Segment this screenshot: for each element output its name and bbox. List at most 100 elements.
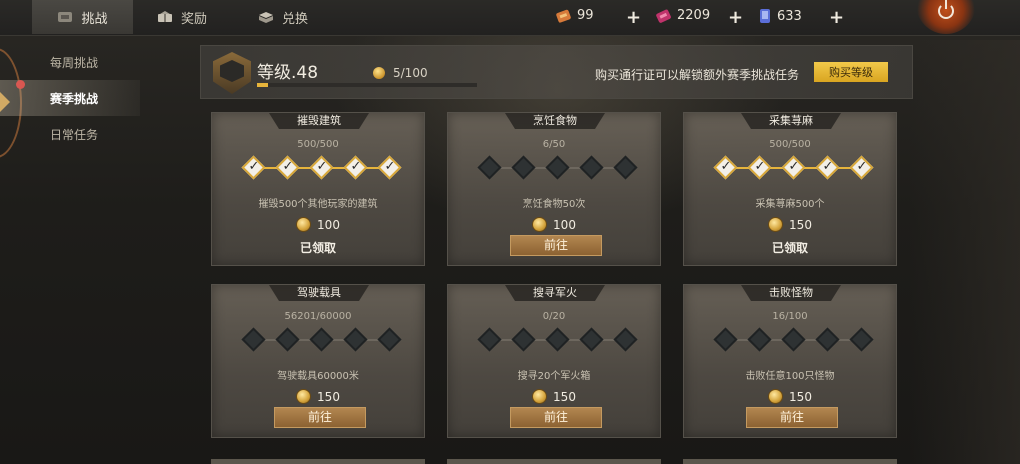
milestone-track bbox=[475, 155, 638, 180]
next-row-hint bbox=[211, 459, 425, 464]
milestone-track bbox=[711, 327, 874, 352]
ticket-icon bbox=[556, 9, 571, 23]
phone-card-icon bbox=[760, 9, 770, 23]
go-button[interactable]: 前往 bbox=[274, 407, 366, 428]
tab-rewards[interactable]: 奖励 bbox=[157, 0, 207, 34]
pass-promo-text: 购买通行证可以解锁额外赛季挑战任务 bbox=[594, 68, 799, 82]
coin-icon bbox=[768, 389, 784, 404]
gift-icon bbox=[158, 11, 172, 22]
check-icon: ✓ bbox=[384, 159, 396, 174]
card-reward: 150 bbox=[684, 389, 896, 404]
challenge-card: 摧毁建筑 500/500 ✓ ✓ ✓ ✓ ✓ 摧毁500个其他玩家的建筑 100 已领取 bbox=[211, 112, 425, 266]
level-progress-fill bbox=[257, 83, 268, 87]
milestone-diamond bbox=[579, 155, 604, 180]
card-progress: 500/500 bbox=[769, 139, 811, 150]
resource-value: 99 bbox=[577, 8, 594, 23]
card-reward: 100 bbox=[212, 217, 424, 232]
card-title: 击败怪物 bbox=[741, 285, 841, 301]
tab-label: 挑战 bbox=[81, 11, 108, 27]
power-icon[interactable] bbox=[938, 0, 954, 19]
claimed-label: 已领取 bbox=[771, 241, 808, 255]
check-icon: ✓ bbox=[350, 159, 362, 174]
sidebar-item-weekly[interactable]: 每周挑战 bbox=[0, 44, 140, 80]
check-icon: ✓ bbox=[822, 159, 834, 174]
tab-exchange[interactable]: 兑换 bbox=[258, 0, 308, 34]
reward-value: 100 bbox=[317, 217, 340, 232]
milestone-diamond bbox=[579, 327, 604, 352]
milestone-diamond bbox=[511, 155, 536, 180]
card-progress: 56201/60000 bbox=[284, 311, 352, 322]
xp-value: 5/100 bbox=[393, 66, 428, 80]
add-cards-button[interactable]: + bbox=[829, 7, 844, 28]
milestone-diamond bbox=[849, 327, 874, 352]
milestone-diamond bbox=[275, 327, 300, 352]
go-button[interactable]: 前往 bbox=[510, 235, 602, 256]
card-description: 摧毁500个其他玩家的建筑 bbox=[258, 199, 378, 210]
milestone-diamond bbox=[613, 155, 638, 180]
add-tickets-button[interactable]: + bbox=[626, 7, 641, 28]
coin-icon bbox=[296, 217, 312, 232]
card-description: 驾驶载具60000米 bbox=[277, 371, 359, 382]
sidebar-item-label: 赛季挑战 bbox=[50, 91, 99, 106]
resource-value: 2209 bbox=[677, 8, 711, 23]
card-title: 烹饪食物 bbox=[505, 113, 605, 129]
challenge-card: 搜寻军火 0/20 搜寻20个军火箱 150 前往 bbox=[447, 284, 661, 438]
reward-value: 150 bbox=[317, 389, 340, 404]
buy-level-button[interactable]: 购买等级 bbox=[814, 62, 888, 82]
card-reward: 150 bbox=[448, 389, 660, 404]
go-button[interactable]: 前往 bbox=[746, 407, 838, 428]
add-pink-tickets-button[interactable]: + bbox=[728, 7, 743, 28]
card-reward: 150 bbox=[684, 217, 896, 232]
reward-value: 150 bbox=[789, 217, 812, 232]
coin-icon bbox=[532, 389, 548, 404]
milestone-diamond bbox=[343, 327, 368, 352]
resource-cards: 633 bbox=[758, 8, 802, 24]
card-progress: 16/100 bbox=[772, 311, 808, 322]
tab-label: 奖励 bbox=[181, 11, 208, 27]
sidebar-item-label: 每周挑战 bbox=[50, 55, 99, 70]
milestone-diamond bbox=[511, 327, 536, 352]
card-reward: 100 bbox=[448, 217, 660, 232]
card-title: 搜寻军火 bbox=[505, 285, 605, 301]
resource-tickets: 99 bbox=[556, 8, 594, 23]
check-icon: ✓ bbox=[316, 159, 328, 174]
check-icon: ✓ bbox=[754, 159, 766, 174]
milestone-diamond bbox=[545, 327, 570, 352]
tab-label: 兑换 bbox=[282, 11, 309, 27]
check-icon: ✓ bbox=[248, 159, 260, 174]
check-icon: ✓ bbox=[856, 159, 868, 174]
challenge-icon bbox=[58, 12, 73, 22]
background-shade bbox=[910, 40, 1020, 464]
card-progress: 500/500 bbox=[297, 139, 339, 150]
level-progress-bar bbox=[257, 83, 477, 87]
milestone-diamond bbox=[713, 327, 738, 352]
card-title: 驾驶载具 bbox=[269, 285, 369, 301]
milestone-track: ✓ ✓ ✓ ✓ ✓ bbox=[239, 155, 402, 180]
sidebar-item-daily[interactable]: 日常任务 bbox=[0, 116, 140, 152]
card-description: 击败任意100只怪物 bbox=[745, 371, 835, 382]
resource-pink-tickets: 2209 bbox=[656, 8, 710, 23]
check-icon: ✓ bbox=[788, 159, 800, 174]
card-description: 采集荨麻500个 bbox=[755, 199, 825, 210]
top-bar: 挑战 奖励 兑换 99 + 2209 + 633 + bbox=[0, 0, 1020, 36]
card-title: 摧毁建筑 bbox=[269, 113, 369, 129]
sidebar-item-season[interactable]: 赛季挑战 bbox=[0, 80, 140, 116]
go-button[interactable]: 前往 bbox=[510, 407, 602, 428]
xp-display: 5/100 bbox=[373, 66, 428, 80]
tab-challenge[interactable]: 挑战 bbox=[32, 0, 133, 34]
coin-icon bbox=[768, 217, 784, 232]
milestone-diamond bbox=[781, 327, 806, 352]
resource-value: 633 bbox=[777, 8, 802, 24]
milestone-diamond bbox=[815, 327, 840, 352]
milestone-track: ✓ ✓ ✓ ✓ ✓ bbox=[711, 155, 874, 180]
card-progress: 0/20 bbox=[542, 311, 566, 322]
level-label: 等级.48 bbox=[257, 63, 319, 83]
reward-value: 100 bbox=[553, 217, 576, 232]
coin-icon bbox=[296, 389, 312, 404]
reward-value: 150 bbox=[789, 389, 812, 404]
milestone-diamond bbox=[309, 327, 334, 352]
milestone-diamond bbox=[545, 155, 570, 180]
milestone-diamond bbox=[613, 327, 638, 352]
card-title: 采集荨麻 bbox=[741, 113, 841, 129]
card-description: 搜寻20个军火箱 bbox=[517, 371, 591, 382]
